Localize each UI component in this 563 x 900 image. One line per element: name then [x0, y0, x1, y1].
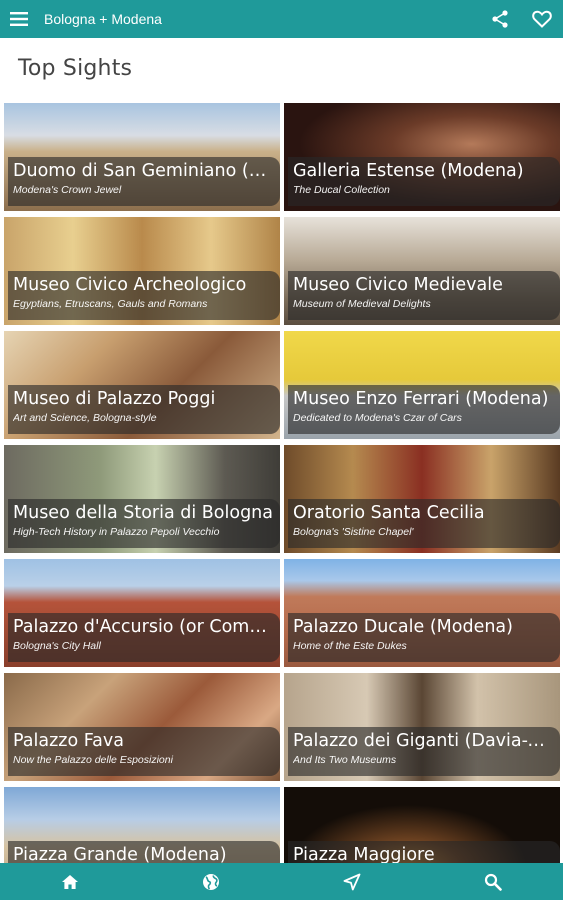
sight-caption: Palazzo dei Giganti (Davia-Bargellini) A… — [288, 727, 560, 776]
sight-caption: Palazzo d'Accursio (or Comunale) Bologna… — [8, 613, 280, 662]
sight-caption: Museo Civico Medievale Museum of Medieva… — [288, 271, 560, 320]
sight-name: Museo Civico Medievale — [293, 275, 503, 295]
app-title: Bologna + Modena — [44, 11, 162, 27]
sight-caption: Oratorio Santa Cecilia Bologna's 'Sistin… — [288, 499, 560, 548]
sight-name: Museo Enzo Ferrari (Modena) — [293, 389, 549, 409]
home-icon — [61, 874, 79, 890]
explore-button[interactable] — [181, 863, 241, 900]
sight-subtitle: The Ducal Collection — [293, 184, 390, 196]
sight-card[interactable]: Museo della Storia di Bologna High-Tech … — [4, 445, 280, 553]
sight-name: Piazza Grande (Modena) — [13, 845, 227, 863]
sight-name: Piazza Maggiore — [293, 845, 435, 863]
sight-card[interactable]: Museo Enzo Ferrari (Modena) Dedicated to… — [284, 331, 560, 439]
sight-subtitle: Now the Palazzo delle Esposizioni — [13, 754, 173, 766]
sight-card[interactable]: Palazzo Fava Now the Palazzo delle Espos… — [4, 673, 280, 781]
sight-card[interactable]: Museo di Palazzo Poggi Art and Science, … — [4, 331, 280, 439]
sight-name: Oratorio Santa Cecilia — [293, 503, 485, 523]
sight-card[interactable]: Piazza Maggiore — [284, 787, 560, 863]
menu-icon — [9, 11, 29, 27]
sight-name: Duomo di San Geminiano (Modena) — [13, 161, 274, 181]
sight-caption: Museo Enzo Ferrari (Modena) Dedicated to… — [288, 385, 560, 434]
home-button[interactable] — [40, 863, 100, 900]
heart-icon — [532, 10, 552, 28]
sight-subtitle: Modena's Crown Jewel — [13, 184, 122, 196]
sight-card[interactable]: Piazza Grande (Modena) — [4, 787, 280, 863]
sight-card[interactable]: Palazzo dei Giganti (Davia-Bargellini) A… — [284, 673, 560, 781]
sight-name: Museo di Palazzo Poggi — [13, 389, 216, 409]
sight-name: Palazzo Fava — [13, 731, 124, 751]
sight-card[interactable]: Palazzo Ducale (Modena) Home of the Este… — [284, 559, 560, 667]
sight-name: Palazzo d'Accursio (or Comunale) — [13, 617, 274, 637]
sight-card[interactable]: Museo Civico Archeologico Egyptians, Etr… — [4, 217, 280, 325]
sight-card[interactable]: Museo Civico Medievale Museum of Medieva… — [284, 217, 560, 325]
sight-caption: Museo della Storia di Bologna High-Tech … — [8, 499, 280, 548]
bottom-nav — [0, 863, 563, 900]
navigate-button[interactable] — [322, 863, 382, 900]
globe-icon — [201, 872, 221, 892]
search-button[interactable] — [463, 863, 523, 900]
sight-subtitle: Home of the Este Dukes — [293, 640, 407, 652]
sight-caption: Piazza Grande (Modena) — [8, 841, 280, 863]
section-title: Top Sights — [18, 56, 133, 81]
menu-button[interactable] — [0, 0, 38, 38]
share-icon — [490, 9, 510, 29]
sight-subtitle: Bologna's City Hall — [13, 640, 101, 652]
sight-subtitle: Egyptians, Etruscans, Gauls and Romans — [13, 298, 208, 310]
sight-caption: Piazza Maggiore — [288, 841, 560, 863]
sight-caption: Galleria Estense (Modena) The Ducal Coll… — [288, 157, 560, 206]
sight-subtitle: Bologna's 'Sistine Chapel' — [293, 526, 414, 538]
sight-subtitle: Dedicated to Modena's Czar of Cars — [293, 412, 462, 424]
sight-card[interactable]: Oratorio Santa Cecilia Bologna's 'Sistin… — [284, 445, 560, 553]
sight-card[interactable]: Palazzo d'Accursio (or Comunale) Bologna… — [4, 559, 280, 667]
sight-card[interactable]: Galleria Estense (Modena) The Ducal Coll… — [284, 103, 560, 211]
sight-caption: Palazzo Ducale (Modena) Home of the Este… — [288, 613, 560, 662]
sight-caption: Palazzo Fava Now the Palazzo delle Espos… — [8, 727, 280, 776]
sight-card[interactable]: Duomo di San Geminiano (Modena) Modena's… — [4, 103, 280, 211]
sight-caption: Museo Civico Archeologico Egyptians, Etr… — [8, 271, 280, 320]
search-icon — [484, 873, 502, 891]
sight-name: Palazzo dei Giganti (Davia-Bargellini) — [293, 731, 554, 751]
app-bar: Bologna + Modena — [0, 0, 563, 38]
navigation-arrow-icon — [343, 873, 361, 891]
sight-subtitle: Art and Science, Bologna-style — [13, 412, 157, 424]
sights-grid: Duomo di San Geminiano (Modena) Modena's… — [4, 103, 560, 863]
sight-name: Palazzo Ducale (Modena) — [293, 617, 513, 637]
sight-caption: Duomo di San Geminiano (Modena) Modena's… — [8, 157, 280, 206]
favorite-button[interactable] — [521, 0, 563, 38]
sight-name: Galleria Estense (Modena) — [293, 161, 524, 181]
share-button[interactable] — [479, 0, 521, 38]
sight-name: Museo Civico Archeologico — [13, 275, 247, 295]
sight-caption: Museo di Palazzo Poggi Art and Science, … — [8, 385, 280, 434]
sight-name: Museo della Storia di Bologna — [13, 503, 273, 523]
sight-subtitle: High-Tech History in Palazzo Pepoli Vecc… — [13, 526, 220, 538]
sight-subtitle: And Its Two Museums — [293, 754, 397, 766]
sight-subtitle: Museum of Medieval Delights — [293, 298, 431, 310]
